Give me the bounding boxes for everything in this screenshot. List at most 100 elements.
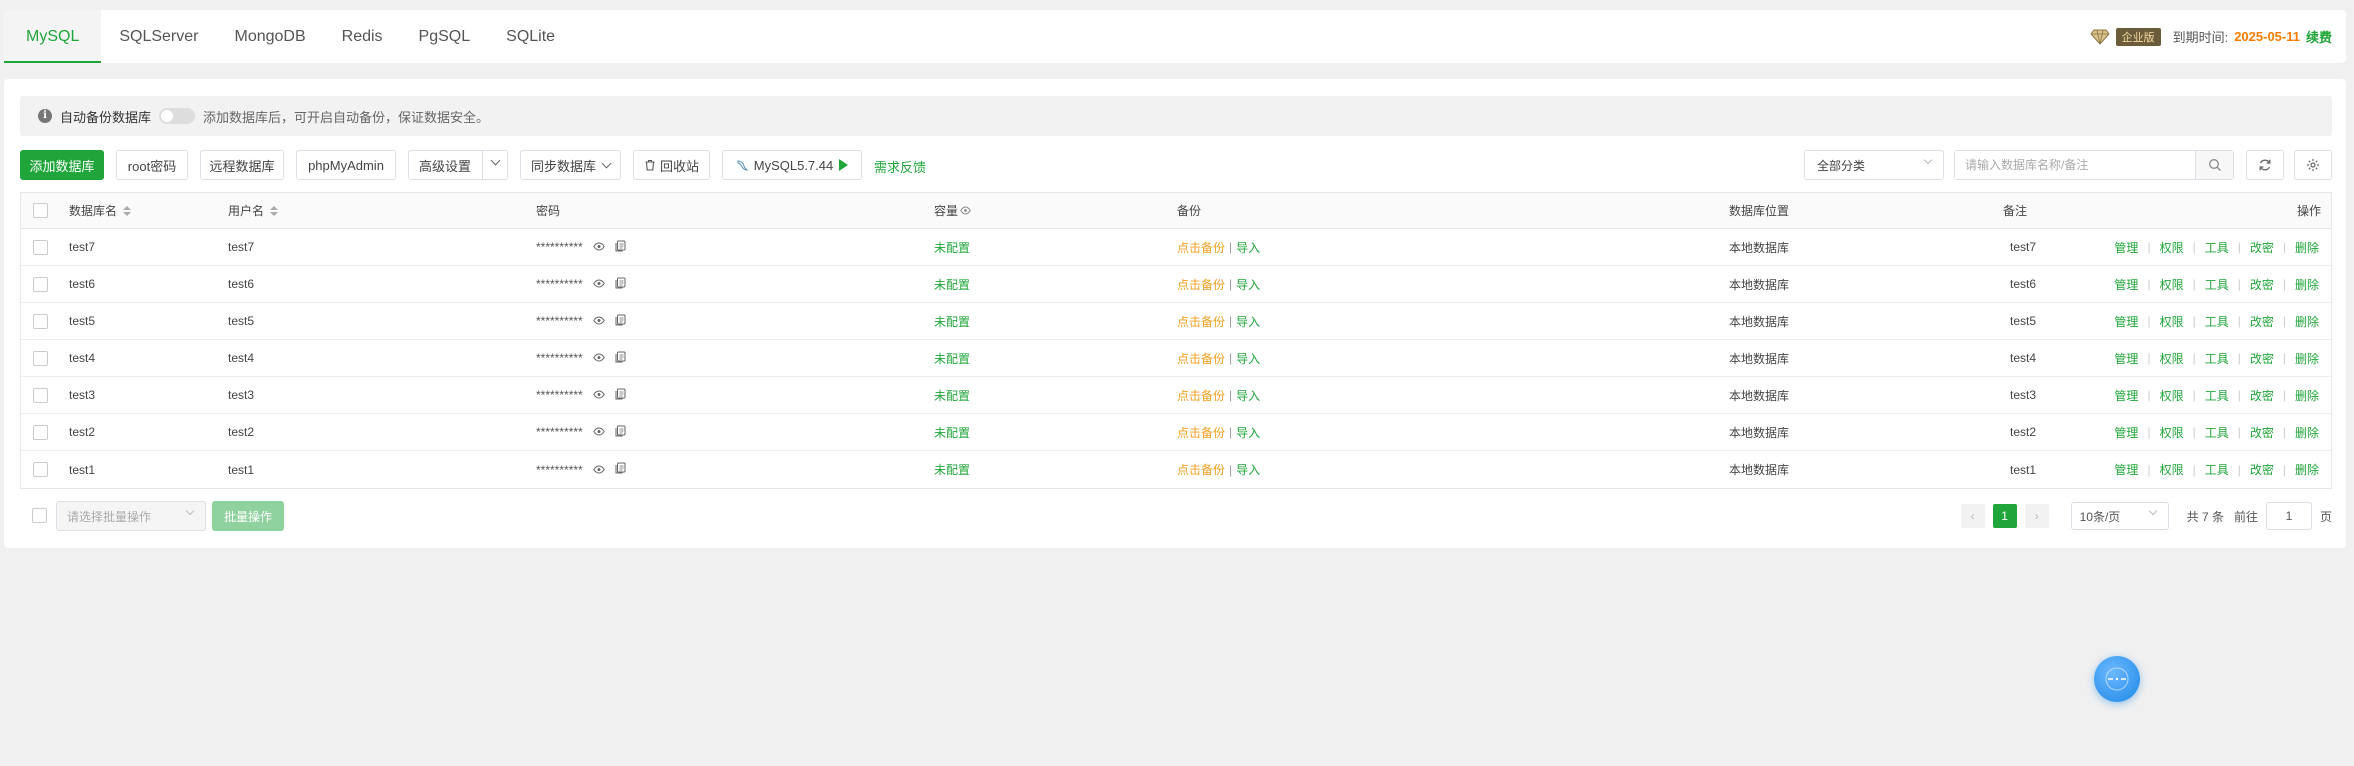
tab-mongodb[interactable]: MongoDB xyxy=(216,10,323,63)
db-remark[interactable]: test5 xyxy=(2010,303,2036,339)
copy-icon[interactable] xyxy=(615,240,626,255)
db-remark[interactable]: test2 xyxy=(2010,414,2036,450)
row-op-0[interactable]: 管理 xyxy=(2114,424,2138,441)
row-checkbox[interactable] xyxy=(33,276,48,292)
row-op-0[interactable]: 管理 xyxy=(2114,350,2138,367)
copy-icon[interactable] xyxy=(615,388,626,403)
search-button[interactable] xyxy=(2195,151,2233,179)
auto-backup-toggle[interactable] xyxy=(159,108,196,124)
row-checkbox[interactable] xyxy=(33,462,48,477)
row-op-2[interactable]: 工具 xyxy=(2205,350,2229,367)
row-op-3[interactable]: 改密 xyxy=(2250,350,2274,367)
row-op-1[interactable]: 权限 xyxy=(2160,424,2184,441)
copy-icon[interactable] xyxy=(615,425,626,440)
eye-icon[interactable] xyxy=(592,388,605,402)
row-op-2[interactable]: 工具 xyxy=(2205,387,2229,404)
root-password-button[interactable]: root密码 xyxy=(116,150,188,180)
category-select[interactable]: 全部分类 xyxy=(1804,150,1944,180)
db-remark[interactable]: test7 xyxy=(2010,229,2036,265)
backup-link[interactable]: 点击备份 xyxy=(1177,276,1225,293)
row-op-4[interactable]: 删除 xyxy=(2295,239,2319,256)
capacity-status[interactable]: 未配置 xyxy=(934,229,970,265)
eye-icon[interactable] xyxy=(592,463,605,477)
row-op-0[interactable]: 管理 xyxy=(2114,276,2138,293)
backup-link[interactable]: 点击备份 xyxy=(1177,424,1225,441)
col-name-header[interactable]: 数据库名 xyxy=(69,193,132,228)
import-link[interactable]: 导入 xyxy=(1236,461,1260,478)
eye-icon[interactable] xyxy=(592,240,605,254)
tab-sqlserver[interactable]: SQLServer xyxy=(101,10,216,63)
copy-icon[interactable] xyxy=(615,314,626,329)
import-link[interactable]: 导入 xyxy=(1236,313,1260,330)
tab-pgsql[interactable]: PgSQL xyxy=(401,10,489,63)
eye-icon[interactable] xyxy=(592,425,605,439)
row-op-2[interactable]: 工具 xyxy=(2205,461,2229,478)
capacity-status[interactable]: 未配置 xyxy=(934,377,970,413)
db-remark[interactable]: test4 xyxy=(2010,340,2036,376)
db-remark[interactable]: test1 xyxy=(2010,451,2036,488)
tab-sqlite[interactable]: SQLite xyxy=(488,10,573,63)
tab-redis[interactable]: Redis xyxy=(324,10,401,63)
batch-action-button[interactable]: 批量操作 xyxy=(212,501,284,531)
backup-link[interactable]: 点击备份 xyxy=(1177,313,1225,330)
row-op-2[interactable]: 工具 xyxy=(2205,313,2229,330)
renew-link[interactable]: 续费 xyxy=(2306,27,2332,46)
row-op-0[interactable]: 管理 xyxy=(2114,313,2138,330)
row-op-1[interactable]: 权限 xyxy=(2160,276,2184,293)
row-op-1[interactable]: 权限 xyxy=(2160,461,2184,478)
row-op-4[interactable]: 删除 xyxy=(2295,387,2319,404)
feedback-link[interactable]: 需求反馈 xyxy=(874,157,926,176)
recycle-bin-button[interactable]: 回收站 xyxy=(633,150,710,180)
row-op-2[interactable]: 工具 xyxy=(2205,239,2229,256)
import-link[interactable]: 导入 xyxy=(1236,387,1260,404)
row-op-1[interactable]: 权限 xyxy=(2160,350,2184,367)
import-link[interactable]: 导入 xyxy=(1236,276,1260,293)
remote-database-button[interactable]: 远程数据库 xyxy=(200,150,284,180)
phpmyadmin-button[interactable]: phpMyAdmin xyxy=(296,150,396,180)
row-checkbox[interactable] xyxy=(33,350,48,366)
refresh-button[interactable] xyxy=(2246,150,2284,180)
backup-link[interactable]: 点击备份 xyxy=(1177,239,1225,256)
row-op-4[interactable]: 删除 xyxy=(2295,461,2319,478)
import-link[interactable]: 导入 xyxy=(1236,239,1260,256)
page-number-1[interactable]: 1 xyxy=(1992,504,2017,528)
row-op-1[interactable]: 权限 xyxy=(2160,239,2184,256)
row-op-0[interactable]: 管理 xyxy=(2114,387,2138,404)
sync-database-dropdown[interactable]: 同步数据库 xyxy=(520,150,621,180)
row-checkbox[interactable] xyxy=(33,424,48,440)
capacity-status[interactable]: 未配置 xyxy=(934,303,970,339)
batch-action-select[interactable]: 请选择批量操作 xyxy=(56,501,206,531)
backup-link[interactable]: 点击备份 xyxy=(1177,350,1225,367)
row-op-3[interactable]: 改密 xyxy=(2250,387,2274,404)
select-all-checkbox[interactable] xyxy=(33,203,48,218)
row-op-0[interactable]: 管理 xyxy=(2114,461,2138,478)
row-op-1[interactable]: 权限 xyxy=(2160,387,2184,404)
capacity-status[interactable]: 未配置 xyxy=(934,414,970,450)
copy-icon[interactable] xyxy=(615,351,626,366)
row-checkbox[interactable] xyxy=(33,239,48,255)
row-checkbox[interactable] xyxy=(33,387,48,403)
row-op-4[interactable]: 删除 xyxy=(2295,424,2319,441)
row-op-4[interactable]: 删除 xyxy=(2295,313,2319,330)
goto-page-input[interactable]: 1 xyxy=(2265,502,2312,530)
backup-link[interactable]: 点击备份 xyxy=(1177,387,1225,404)
eye-icon[interactable] xyxy=(592,351,605,365)
eye-icon[interactable] xyxy=(592,314,605,328)
row-op-3[interactable]: 改密 xyxy=(2250,239,2274,256)
row-op-4[interactable]: 删除 xyxy=(2295,350,2319,367)
row-op-4[interactable]: 删除 xyxy=(2295,276,2319,293)
db-remark[interactable]: test6 xyxy=(2010,266,2036,302)
tab-mysql[interactable]: MySQL xyxy=(4,10,102,63)
row-op-2[interactable]: 工具 xyxy=(2205,424,2229,441)
row-op-3[interactable]: 改密 xyxy=(2250,276,2274,293)
next-page-button[interactable]: › xyxy=(2024,504,2049,528)
capacity-status[interactable]: 未配置 xyxy=(934,451,970,488)
row-op-2[interactable]: 工具 xyxy=(2205,276,2229,293)
eye-icon[interactable] xyxy=(592,277,605,291)
settings-button[interactable] xyxy=(2294,150,2332,180)
col-user-header[interactable]: 用户名 xyxy=(228,193,279,228)
db-remark[interactable]: test3 xyxy=(2010,377,2036,413)
advanced-settings-dropdown[interactable]: 高级设置 xyxy=(408,150,508,180)
row-op-3[interactable]: 改密 xyxy=(2250,424,2274,441)
row-op-1[interactable]: 权限 xyxy=(2160,313,2184,330)
